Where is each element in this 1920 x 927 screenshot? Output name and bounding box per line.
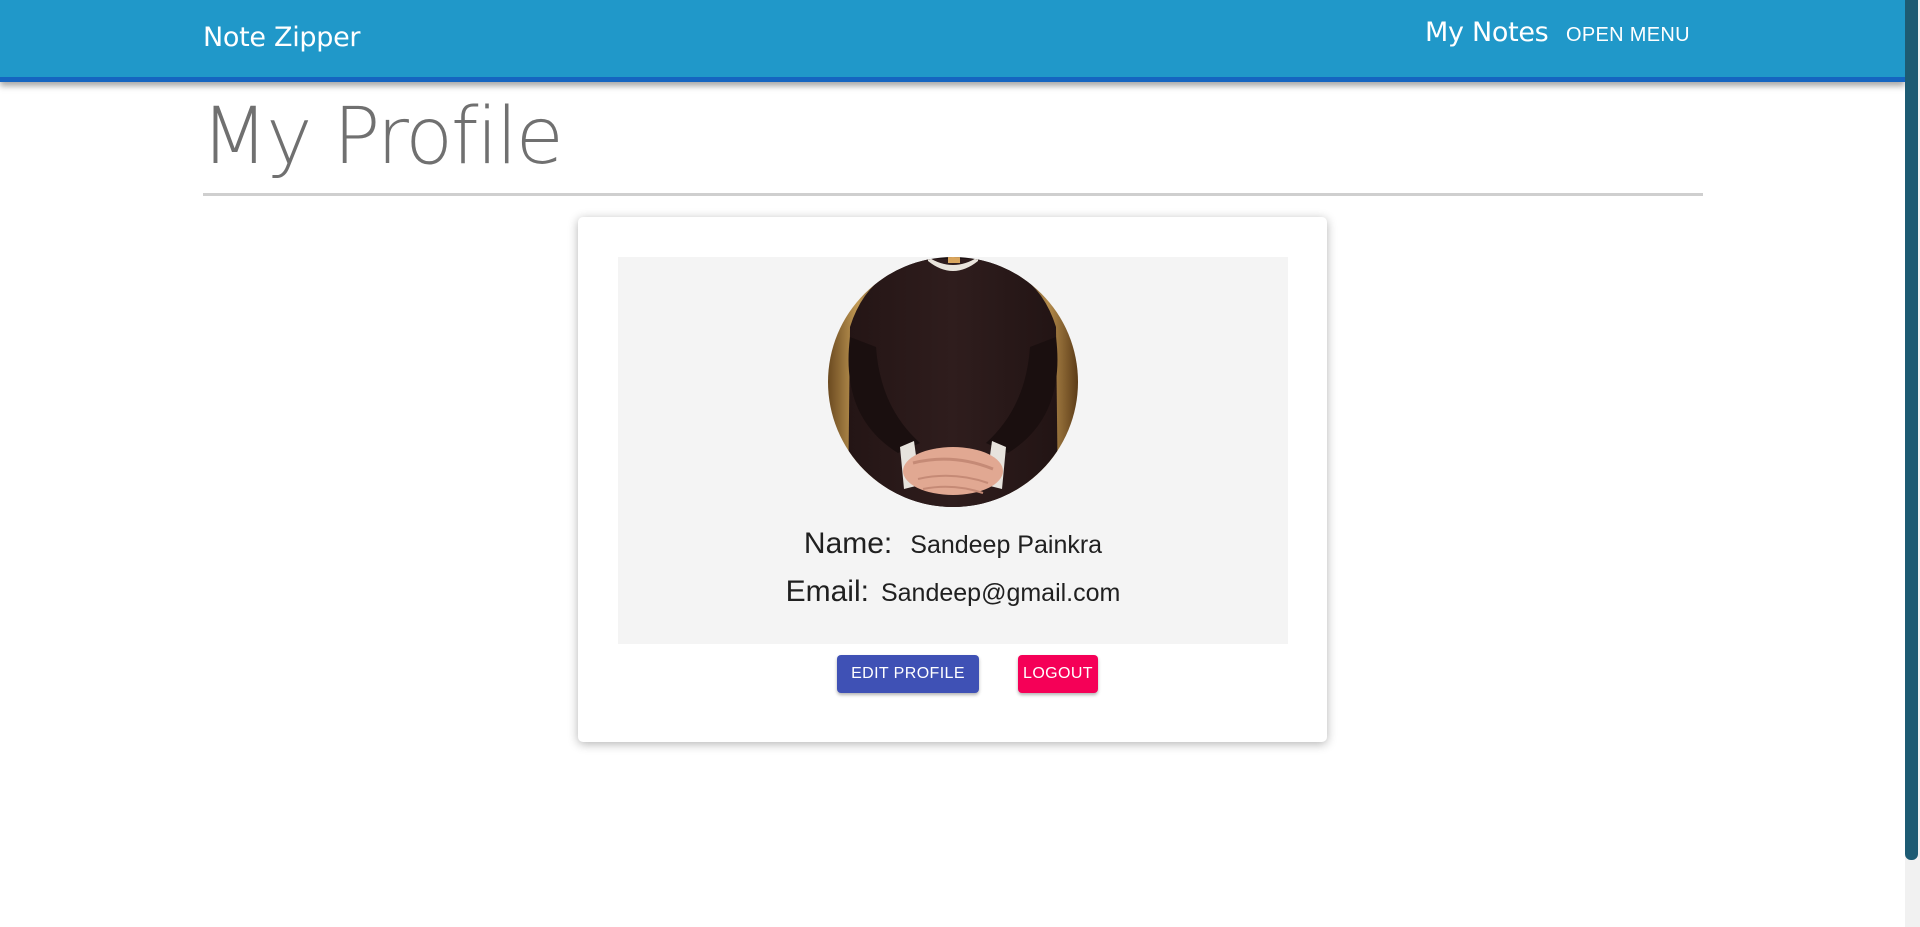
email-value: Sandeep@gmail.com: [880, 579, 1121, 607]
page-title: My Profile: [201, 92, 564, 182]
profile-info-panel: Name: Sandeep Painkra Email: Sandeep@gmail…: [618, 257, 1288, 644]
scrollbar-thumb[interactable]: [1905, 0, 1918, 860]
profile-email-row: Email: Sandeep@gmail.com: [618, 575, 1288, 609]
title-divider: [203, 193, 1703, 196]
email-label: Email:: [785, 575, 869, 608]
edit-profile-button[interactable]: EDIT PROFILE: [837, 655, 979, 693]
my-notes-link[interactable]: My Notes: [1425, 17, 1549, 48]
profile-avatar: [828, 257, 1078, 507]
name-value: Sandeep Painkra: [910, 531, 1103, 559]
name-label: Name:: [803, 527, 893, 560]
logout-button[interactable]: LOGOUT: [1018, 655, 1098, 693]
top-navbar: Note Zipper My Notes OPEN MENU: [0, 0, 1905, 82]
brand-logo-text[interactable]: Note Zipper: [203, 22, 360, 53]
profile-card: Name: Sandeep Painkra Email: Sandeep@gmail…: [578, 217, 1327, 742]
profile-name-row: Name: Sandeep Painkra: [618, 527, 1288, 561]
open-menu-button[interactable]: OPEN MENU: [1566, 24, 1690, 47]
